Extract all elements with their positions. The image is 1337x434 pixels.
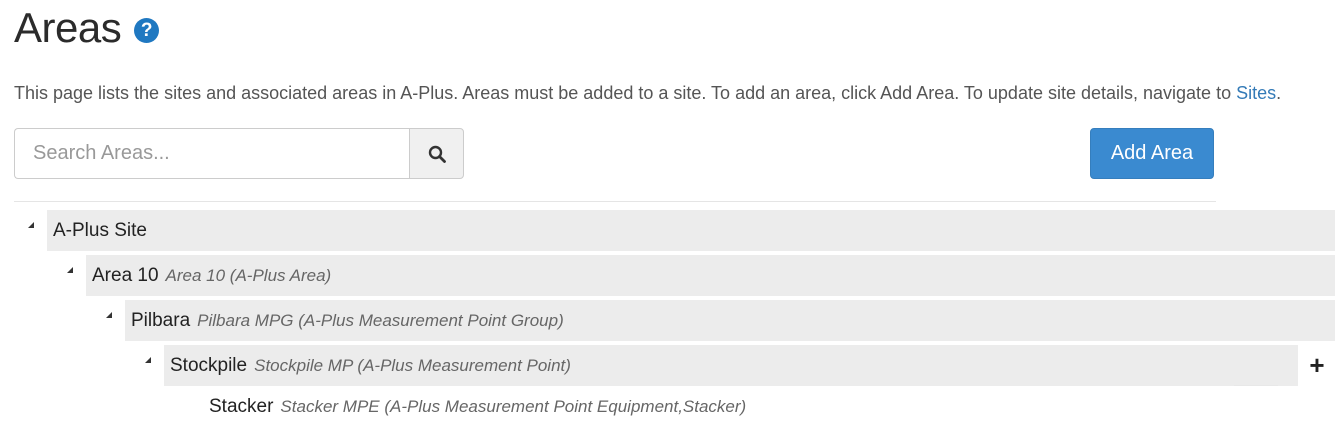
area-description: Area 10 (A-Plus Area) <box>165 265 332 285</box>
search-input[interactable] <box>14 128 409 179</box>
equipment-name: Stacker <box>209 395 274 417</box>
point-name: Stockpile <box>170 354 248 376</box>
equipment-description: Stacker MPE (A-Plus Measurement Point Eq… <box>280 396 747 416</box>
tree-node-point[interactable]: Stockpile Stockpile MP (A-Plus Measureme… <box>164 345 1298 386</box>
expand-site-toggle[interactable] <box>28 222 34 228</box>
search-group <box>14 128 464 179</box>
add-child-button[interactable]: + <box>1298 345 1336 386</box>
site-name: A-Plus Site <box>53 219 147 241</box>
tree-node-equipment[interactable]: Stacker Stacker MPE (A-Plus Measurement … <box>203 386 746 427</box>
point-description: Stockpile MP (A-Plus Measurement Point) <box>254 355 571 375</box>
areas-page: Areas ? This page lists the sites and as… <box>0 0 1337 434</box>
expand-area-toggle[interactable] <box>67 267 73 273</box>
tree-node-site[interactable]: A-Plus Site <box>47 210 1335 251</box>
divider <box>14 201 1216 202</box>
title-row: Areas ? <box>14 2 160 54</box>
description-text: This page lists the sites and associated… <box>14 83 1237 103</box>
add-area-button[interactable]: Add Area <box>1090 128 1214 179</box>
expand-group-toggle[interactable] <box>106 312 112 318</box>
page-title: Areas <box>14 4 122 51</box>
area-name: Area 10 <box>92 264 159 286</box>
tree-node-group[interactable]: Pilbara Pilbara MPG (A-Plus Measurement … <box>125 300 1335 341</box>
group-name: Pilbara <box>131 309 191 331</box>
search-button[interactable] <box>409 128 464 179</box>
sites-link[interactable]: Sites <box>1236 83 1276 103</box>
page-description: This page lists the sites and associated… <box>14 82 1281 104</box>
search-icon <box>428 145 446 163</box>
question-circle-icon[interactable]: ? <box>134 17 160 43</box>
row-underline <box>1234 385 1278 386</box>
expand-point-toggle[interactable] <box>145 357 151 363</box>
description-trailing: . <box>1276 83 1282 103</box>
group-description: Pilbara MPG (A-Plus Measurement Point Gr… <box>197 310 564 330</box>
tree-node-area[interactable]: Area 10 Area 10 (A-Plus Area) <box>86 255 1335 296</box>
